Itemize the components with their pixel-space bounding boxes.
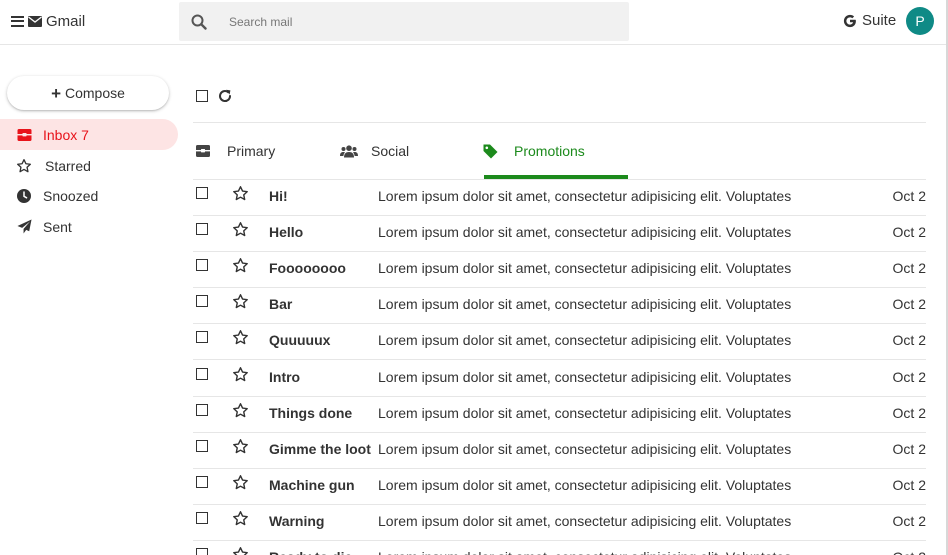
email-sender: Machine gun bbox=[269, 476, 355, 493]
sidebar-item-label: Sent bbox=[43, 218, 72, 235]
tab-label: Primary bbox=[227, 143, 276, 159]
email-sender: Bar bbox=[269, 296, 293, 313]
email-date: Oct 2 bbox=[892, 476, 926, 493]
email-sender: Ready to die bbox=[269, 549, 379, 555]
compose-label: Compose bbox=[65, 85, 125, 101]
users-icon bbox=[340, 143, 358, 159]
table-row[interactable]: Ready to dieLorem ipsum dolor sit amet, … bbox=[193, 541, 926, 555]
email-sender: Things done bbox=[269, 404, 353, 421]
table-row[interactable]: Machine gun Lorem ipsum dolor sit amet, c… bbox=[193, 469, 926, 505]
email-date: Oct 2 bbox=[892, 440, 926, 457]
email-snippet: Lorem ipsum dolor sit amet, consectetur … bbox=[378, 512, 792, 529]
row-text-clip: Ready to dieLorem ipsum dolor sit amet, … bbox=[193, 541, 926, 555]
email-snippet: Lorem ipsum dolor sit amet, consectetur … bbox=[378, 296, 792, 313]
email-snippet: Lorem ipsum dolor sit amet, consectetur … bbox=[378, 224, 792, 241]
sidebar-item-label: Inbox 7 bbox=[43, 126, 89, 143]
row-text-clip: Machine gun Lorem ipsum dolor sit amet, c… bbox=[193, 469, 926, 493]
email-snippet: Lorem ipsum dolor sit amet, consectetur … bbox=[378, 368, 792, 385]
compose-button[interactable]: + Compose bbox=[7, 76, 169, 110]
star-icon bbox=[16, 158, 32, 174]
search-bar[interactable] bbox=[179, 2, 629, 41]
envelope-icon bbox=[28, 15, 42, 27]
avatar[interactable]: P bbox=[906, 7, 934, 35]
email-date: Oct 2 bbox=[892, 188, 926, 204]
tab-promotions[interactable]: Promotions bbox=[483, 123, 585, 179]
suite-label: Suite bbox=[862, 12, 897, 29]
email-date: Oct 2 bbox=[892, 368, 926, 385]
tab-label: Social bbox=[371, 143, 410, 159]
email-sender: Warning bbox=[269, 512, 325, 529]
sidebar-item-label: Starred bbox=[45, 157, 91, 174]
email-date: Oct 2 bbox=[892, 404, 926, 421]
table-row[interactable]: Bar Lorem ipsum dolor sit amet, consectet… bbox=[193, 288, 926, 325]
row-text-clip: Things done Lorem ipsum dolor sit amet, c… bbox=[193, 397, 926, 421]
inbox-tray-icon bbox=[196, 143, 214, 159]
email-sender: Hi! bbox=[269, 188, 288, 204]
top-bar: Gmail Suite P bbox=[0, 0, 948, 45]
google-g-icon bbox=[843, 14, 856, 27]
email-snippet: Lorem ipsum dolor sit amet, consectetur … bbox=[378, 332, 792, 349]
email-date: Oct 2 bbox=[892, 296, 926, 313]
row-text-clip: Warning Lorem ipsum dolor sit amet, conse… bbox=[193, 505, 926, 529]
email-sender: Gimme the loot bbox=[269, 440, 371, 457]
row-text-clip: Hi! Lorem ipsum dolor sit amet, consectet… bbox=[193, 180, 926, 204]
table-row[interactable]: Quuuuux Lorem ipsum dolor sit amet, conse… bbox=[193, 324, 926, 361]
email-date: Oct 2 bbox=[892, 512, 926, 529]
row-text-clip: Bar Lorem ipsum dolor sit amet, consectet… bbox=[193, 288, 926, 312]
tag-icon bbox=[483, 143, 501, 159]
email-sender: Foooooooo bbox=[269, 260, 346, 277]
table-row[interactable]: Things done Lorem ipsum dolor sit amet, c… bbox=[193, 397, 926, 433]
sidebar-item-sent[interactable]: Sent bbox=[0, 211, 178, 242]
sidebar-item-starred[interactable]: Starred bbox=[0, 150, 178, 181]
email-snippet: Lorem ipsum dolor sit amet, consectetur … bbox=[378, 549, 898, 555]
paper-plane-icon bbox=[16, 219, 32, 235]
email-date: Oct 2 bbox=[892, 224, 926, 241]
email-date: Oct 2 bbox=[892, 332, 926, 349]
suite-button[interactable]: Suite bbox=[843, 12, 896, 29]
email-sender: Quuuuux bbox=[269, 332, 331, 349]
table-row[interactable]: Hi! Lorem ipsum dolor sit amet, consectet… bbox=[193, 180, 926, 216]
menu-icon[interactable] bbox=[11, 15, 24, 27]
sidebar-item-inbox[interactable]: Inbox 7 bbox=[0, 119, 178, 150]
tab-label: Promotions bbox=[514, 143, 585, 159]
tab-primary[interactable]: Primary bbox=[196, 123, 275, 179]
plus-icon: + bbox=[51, 83, 61, 103]
app-brand[interactable]: Gmail bbox=[11, 12, 85, 30]
email-snippet: Lorem ipsum dolor sit amet, consectetur … bbox=[378, 440, 792, 457]
email-sender: Hello bbox=[269, 224, 304, 241]
app-name: Gmail bbox=[46, 12, 86, 30]
table-row[interactable]: Intro Lorem ipsum dolor sit amet, consect… bbox=[193, 361, 926, 397]
table-row[interactable]: Warning Lorem ipsum dolor sit amet, conse… bbox=[193, 505, 926, 541]
email-date: Oct 2 bbox=[893, 549, 926, 555]
table-row[interactable]: Gimme the loot Lorem ipsum dolor sit amet… bbox=[193, 433, 926, 469]
row-text-clip: Hello Lorem ipsum dolor sit amet, consect… bbox=[193, 216, 926, 240]
email-snippet: Lorem ipsum dolor sit amet, consectetur … bbox=[378, 260, 792, 277]
row-text-clip: Foooooooo Lorem ipsum dolor sit amet, con… bbox=[193, 252, 926, 276]
clock-icon bbox=[16, 188, 32, 204]
email-date: Oct 2 bbox=[892, 260, 926, 277]
row-text-clip: Intro Lorem ipsum dolor sit amet, consect… bbox=[193, 361, 926, 385]
avatar-initial: P bbox=[915, 13, 925, 29]
search-icon[interactable] bbox=[191, 14, 207, 30]
table-row[interactable]: Foooooooo Lorem ipsum dolor sit amet, con… bbox=[193, 252, 926, 289]
table-row[interactable]: Hello Lorem ipsum dolor sit amet, consect… bbox=[193, 216, 926, 253]
inbox-icon bbox=[16, 127, 32, 143]
select-all-checkbox[interactable] bbox=[196, 90, 208, 102]
refresh-icon[interactable] bbox=[217, 88, 233, 104]
row-text-clip: Quuuuux Lorem ipsum dolor sit amet, conse… bbox=[193, 324, 926, 348]
search-input[interactable] bbox=[229, 14, 609, 29]
email-snippet: Lorem ipsum dolor sit amet, consectetur … bbox=[378, 404, 792, 421]
email-snippet: Lorem ipsum dolor sit amet, consectetur … bbox=[378, 188, 792, 204]
email-snippet: Lorem ipsum dolor sit amet, consectetur … bbox=[378, 476, 792, 493]
sidebar-item-snoozed[interactable]: Snoozed bbox=[0, 180, 178, 211]
row-text-clip: Gimme the loot Lorem ipsum dolor sit amet… bbox=[193, 433, 926, 457]
tab-social[interactable]: Social bbox=[340, 123, 409, 179]
email-sender: Intro bbox=[269, 368, 301, 385]
sidebar-item-label: Snoozed bbox=[43, 187, 99, 204]
